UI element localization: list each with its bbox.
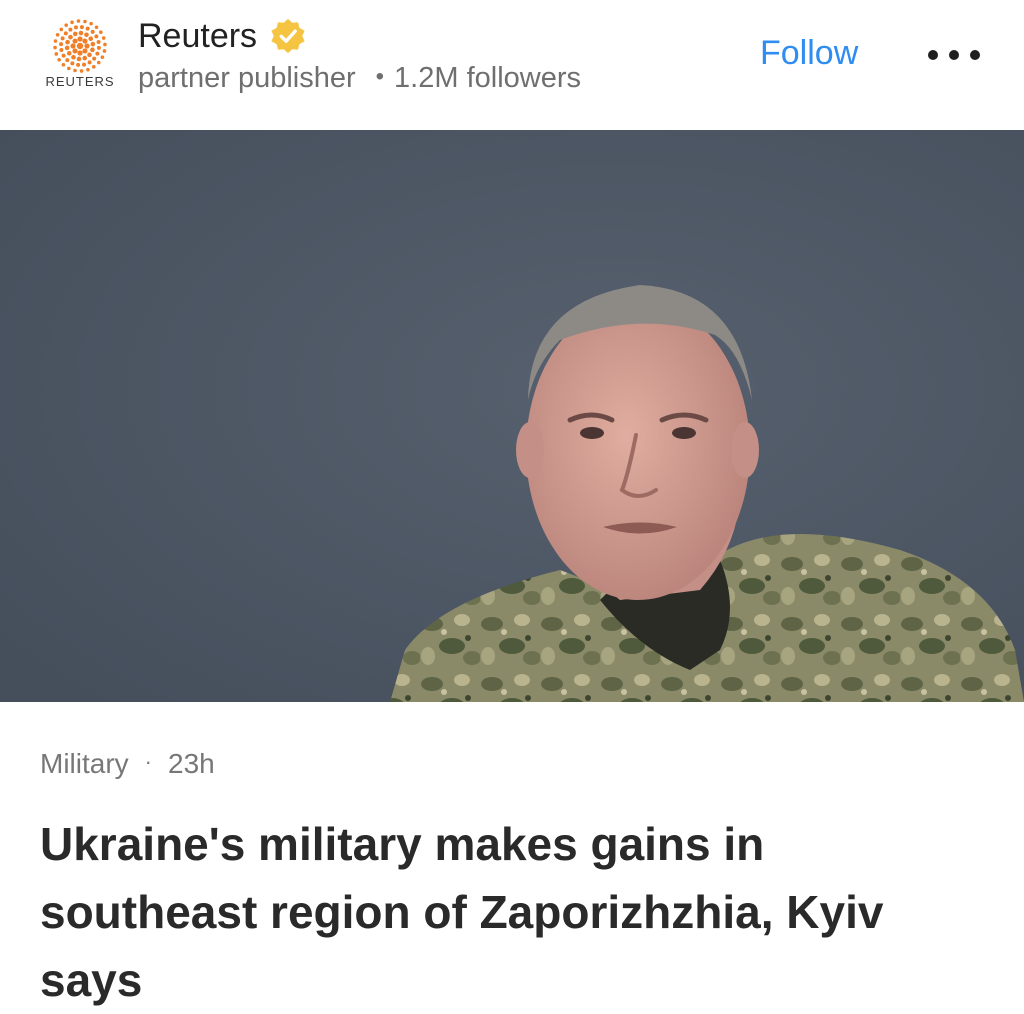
logo-dot: [77, 36, 83, 42]
logo-dot: [94, 25, 99, 30]
logo-dot: [70, 20, 74, 25]
logo-dot: [72, 38, 78, 44]
logo-dot: [87, 60, 92, 65]
logo-dot: [63, 31, 68, 36]
logo-dot: [73, 68, 77, 73]
logo-dot: [55, 33, 60, 37]
logo-dot: [101, 36, 106, 40]
logo-dot: [100, 55, 105, 59]
follow-button[interactable]: Follow: [760, 34, 858, 73]
logo-dot: [68, 27, 73, 32]
logo-dot: [61, 53, 66, 58]
logo-dot: [99, 30, 103, 34]
publisher-header: REUTERS Reuters partner publisher • 1.2M f…: [0, 0, 1024, 130]
article-category[interactable]: Military: [40, 748, 129, 779]
logo-dot: [53, 45, 57, 50]
logo-dot: [94, 34, 99, 39]
reuters-logo[interactable]: REUTERS: [42, 18, 118, 100]
logo-dot: [68, 34, 73, 40]
logo-dot: [83, 19, 87, 24]
logo-dot: [72, 48, 78, 54]
follower-count: 1.2M followers: [394, 62, 582, 94]
publisher-meta: partner publisher • 1.2M followers: [138, 62, 581, 95]
logo-dot: [78, 30, 84, 36]
logo-dot: [76, 62, 81, 67]
logo-dot: [71, 54, 76, 60]
logo-dot: [96, 60, 101, 65]
logo-dot: [82, 38, 88, 44]
logo-dot: [54, 52, 59, 56]
logo-dot: [90, 41, 96, 47]
logo-dot: [92, 56, 97, 61]
publisher-name-row: Reuters: [138, 14, 307, 58]
logo-dot: [90, 47, 95, 53]
article-image[interactable]: [0, 130, 1024, 702]
logo-dot: [64, 45, 70, 51]
verified-badge-icon: [271, 18, 305, 54]
logo-dot: [86, 67, 90, 72]
more-dot: [949, 50, 959, 60]
logo-dot: [76, 19, 81, 23]
logo-dot: [79, 25, 84, 30]
logo-dot: [92, 65, 96, 69]
logo-dot: [67, 66, 71, 71]
logo-dot: [96, 45, 101, 50]
logo-dot: [84, 32, 89, 38]
logo-dot: [82, 48, 88, 54]
logo-dot: [95, 51, 100, 56]
logo-dot: [90, 29, 95, 34]
logo-dot: [87, 52, 92, 58]
logo-dot: [79, 69, 84, 73]
publisher-name[interactable]: Reuters: [138, 17, 257, 56]
logo-dot: [60, 36, 65, 41]
logo-dot: [77, 50, 83, 56]
logo-dot: [53, 39, 58, 43]
logo-dot: [70, 43, 76, 49]
reuters-logo-icon: [53, 19, 107, 73]
logo-dot: [57, 58, 61, 62]
logo-dot: [82, 55, 88, 61]
more-dot: [970, 50, 980, 60]
logo-dot: [61, 62, 66, 67]
article-meta: Military · 23h: [40, 748, 215, 780]
publisher-role: partner publisher: [138, 62, 356, 94]
logo-dot: [65, 39, 70, 45]
logo-dot: [59, 42, 64, 47]
logo-dot: [102, 49, 107, 53]
logo-dot: [76, 42, 84, 50]
more-options-icon[interactable]: [928, 40, 980, 70]
logo-dot: [96, 39, 101, 44]
meta-separator: ·: [144, 749, 152, 774]
meta-separator: •: [375, 63, 385, 90]
logo-dot: [64, 23, 68, 27]
article-photo: [0, 130, 1024, 702]
logo-text: REUTERS: [45, 74, 115, 89]
logo-dot: [76, 56, 82, 62]
more-dot: [928, 50, 938, 60]
logo-dot: [72, 31, 78, 37]
logo-dot: [66, 51, 72, 56]
logo-dot: [85, 26, 90, 31]
logo-dot: [88, 36, 94, 41]
logo-dot: [89, 21, 93, 26]
logo-dot: [65, 58, 70, 63]
logo-dot: [59, 27, 64, 32]
logo-dot: [84, 43, 90, 49]
logo-dot: [82, 62, 87, 67]
logo-dot: [59, 48, 64, 53]
logo-dot: [103, 42, 107, 47]
logo-dot: [73, 25, 78, 30]
article-headline[interactable]: Ukraine's military makes gains in southe…: [40, 810, 990, 1014]
article-age: 23h: [168, 748, 215, 779]
logo-dot: [70, 61, 75, 66]
